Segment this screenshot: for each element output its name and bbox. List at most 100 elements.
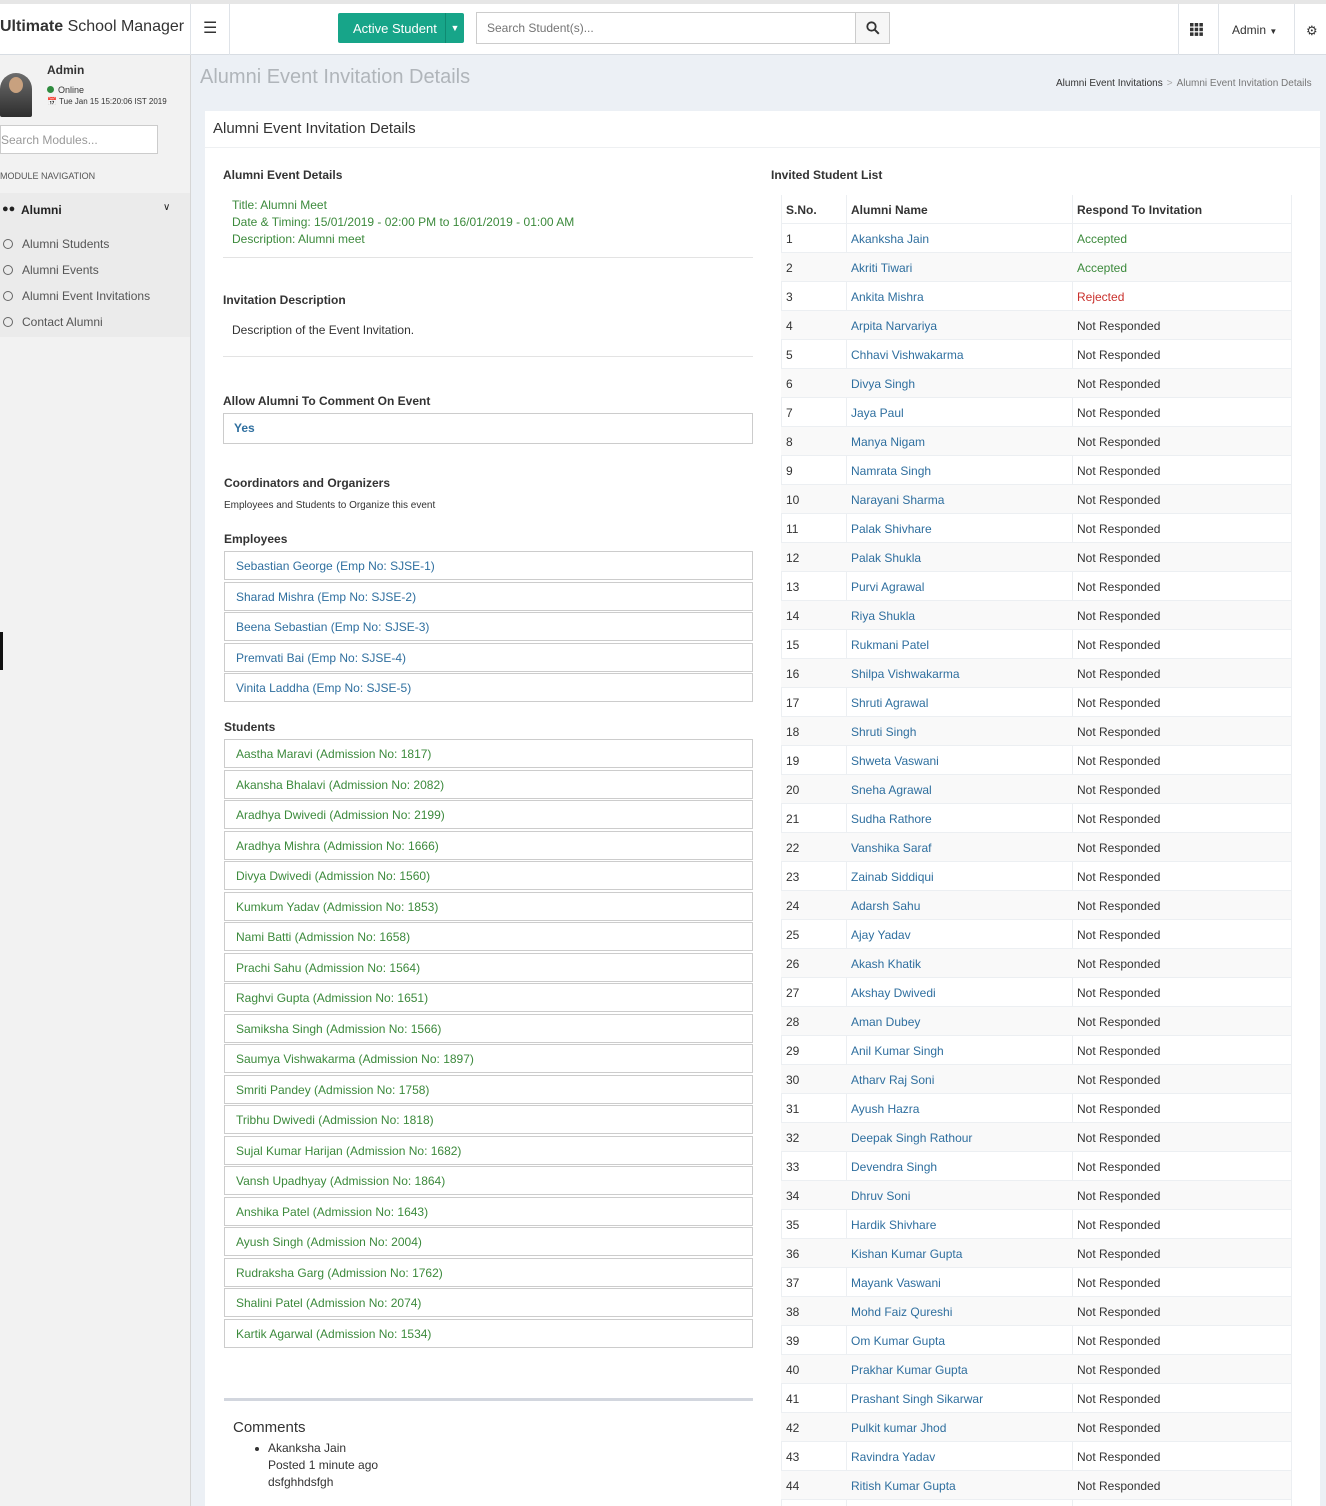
alumni-name-link[interactable]: Rukmani Patel: [851, 638, 929, 652]
student-item[interactable]: Divya Dwivedi (Admission No: 1560): [224, 861, 753, 890]
employee-item[interactable]: Sebastian George (Emp No: SJSE-1): [224, 551, 753, 580]
student-item[interactable]: Samiksha Singh (Admission No: 1566): [224, 1013, 753, 1043]
alumni-name-link[interactable]: Sudha Rathore: [851, 812, 932, 826]
row-serial-number: 18: [786, 725, 800, 739]
student-item[interactable]: Anshika Patel (Admission No: 1643): [224, 1196, 753, 1226]
student-item[interactable]: Shalini Patel (Admission No: 2074): [224, 1288, 753, 1317]
alumni-name-link[interactable]: Atharv Raj Soni: [851, 1073, 934, 1087]
alumni-name-link[interactable]: Manya Nigam: [851, 435, 925, 449]
apps-grid-icon[interactable]: [1190, 23, 1203, 36]
alumni-name-link[interactable]: Ajay Yadav: [851, 928, 911, 942]
alumni-name-link[interactable]: Akash Khatik: [851, 957, 921, 971]
student-item[interactable]: Tribhu Dwivedi (Admission No: 1818): [224, 1105, 753, 1134]
student-search-input[interactable]: [476, 12, 856, 44]
user-menu-dropdown[interactable]: Admin ▼: [1232, 23, 1277, 37]
alumni-name-link[interactable]: Deepak Singh Rathour: [851, 1131, 972, 1145]
module-search-input[interactable]: Search Modules...: [0, 125, 158, 154]
alumni-name-link[interactable]: Sneha Agrawal: [851, 783, 932, 797]
brand-logo[interactable]: Ultimate School Manager: [0, 18, 184, 36]
student-item[interactable]: Saumya Vishwakarma (Admission No: 1897): [224, 1044, 753, 1073]
employee-item[interactable]: Beena Sebastian (Emp No: SJSE-3): [224, 612, 753, 641]
alumni-name-link[interactable]: Akanksha Jain: [851, 232, 929, 246]
employee-item[interactable]: Sharad Mishra (Emp No: SJSE-2): [224, 581, 753, 611]
invitation-response: Not Responded: [1077, 1044, 1161, 1058]
invitation-description: Description of the Event Invitation.: [223, 315, 753, 357]
alumni-name-link[interactable]: Devendra Singh: [851, 1160, 937, 1174]
alumni-name-link[interactable]: Prashant Singh Sikarwar: [851, 1392, 983, 1406]
student-item[interactable]: Kartik Agarwal (Admission No: 1534): [224, 1318, 753, 1348]
student-item[interactable]: Aradhya Mishra (Admission No: 1666): [224, 830, 753, 860]
alumni-name-link[interactable]: Shweta Vaswani: [851, 754, 939, 768]
alumni-name-link[interactable]: Aman Dubey: [851, 1015, 920, 1029]
alumni-name-link[interactable]: Akriti Tiwari: [851, 261, 912, 275]
student-item[interactable]: Vansh Upadhyay (Admission No: 1864): [224, 1166, 753, 1195]
alumni-name-link[interactable]: Palak Shivhare: [851, 522, 932, 536]
student-item[interactable]: Sujal Kumar Harijan (Admission No: 1682): [224, 1135, 753, 1165]
employee-item[interactable]: Vinita Laddha (Emp No: SJSE-5): [224, 673, 753, 702]
alumni-name-link[interactable]: Vanshika Saraf: [851, 841, 932, 855]
row-serial-number: 32: [786, 1131, 800, 1145]
table-row: 42 Pulkit kumar Jhod Not Responded: [781, 1413, 1291, 1442]
student-item[interactable]: Prachi Sahu (Admission No: 1564): [224, 952, 753, 982]
alumni-name-link[interactable]: Hardik Shivhare: [851, 1218, 936, 1232]
sidebar-toggle-icon[interactable]: ☰: [203, 18, 217, 38]
alumni-name-link[interactable]: Kishan Kumar Gupta: [851, 1247, 962, 1261]
alumni-name-link[interactable]: Jaya Paul: [851, 406, 904, 420]
student-item[interactable]: Nami Batti (Admission No: 1658): [224, 922, 753, 951]
student-item[interactable]: Aradhya Dwivedi (Admission No: 2199): [224, 800, 753, 829]
student-item[interactable]: Aastha Maravi (Admission No: 1817): [224, 739, 753, 768]
settings-cogs-icon[interactable]: ⚙: [1306, 23, 1318, 39]
alumni-name-link[interactable]: Shilpa Vishwakarma: [851, 667, 960, 681]
invitation-response: Not Responded: [1077, 377, 1161, 391]
alumni-name-link[interactable]: Namrata Singh: [851, 464, 931, 478]
comment-posted-time: Posted 1 minute ago: [268, 1458, 379, 1472]
employee-item[interactable]: Premvati Bai (Emp No: SJSE-4): [224, 642, 753, 672]
table-row: 8 Manya Nigam Not Responded: [781, 427, 1291, 456]
alumni-name-link[interactable]: Mohd Faiz Qureshi: [851, 1305, 952, 1319]
invitation-response: Not Responded: [1077, 928, 1161, 942]
alumni-name-link[interactable]: Ravindra Yadav: [851, 1450, 935, 1464]
row-serial-number: 19: [786, 754, 800, 768]
alumni-name-link[interactable]: Shruti Singh: [851, 725, 916, 739]
alumni-name-link[interactable]: Divya Singh: [851, 377, 915, 391]
alumni-name-link[interactable]: Purvi Agrawal: [851, 580, 924, 594]
row-serial-number: 21: [786, 812, 800, 826]
table-row: 22 Vanshika Saraf Not Responded: [781, 833, 1291, 862]
student-item[interactable]: Akansha Bhalavi (Admission No: 2082): [224, 769, 753, 799]
invitation-response: Not Responded: [1077, 1102, 1161, 1116]
invitation-response: Not Responded: [1077, 319, 1161, 333]
table-row: 14 Riya Shukla Not Responded: [781, 601, 1291, 630]
employees-heading: Employees: [224, 532, 288, 546]
allow-comment-heading: Allow Alumni To Comment On Event: [223, 394, 431, 408]
alumni-name-link[interactable]: Prakhar Kumar Gupta: [851, 1363, 968, 1377]
alumni-name-link[interactable]: Adarsh Sahu: [851, 899, 920, 913]
alumni-name-link[interactable]: Zainab Siddiqui: [851, 870, 934, 884]
alumni-name-link[interactable]: Ritish Kumar Gupta: [851, 1479, 956, 1493]
alumni-name-link[interactable]: Arpita Narvariya: [851, 319, 937, 333]
student-item[interactable]: Kumkum Yadav (Admission No: 1853): [224, 891, 753, 921]
alumni-name-link[interactable]: Pulkit kumar Jhod: [851, 1421, 946, 1435]
alumni-name-link[interactable]: Om Kumar Gupta: [851, 1334, 945, 1348]
invitation-response: Not Responded: [1077, 870, 1161, 884]
alumni-name-link[interactable]: Ankita Mishra: [851, 290, 924, 304]
alumni-name-link[interactable]: Chhavi Vishwakarma: [851, 348, 964, 362]
alumni-name-link[interactable]: Narayani Sharma: [851, 493, 944, 507]
student-item[interactable]: Rudraksha Garg (Admission No: 1762): [224, 1257, 753, 1287]
alumni-name-link[interactable]: Anil Kumar Singh: [851, 1044, 944, 1058]
student-item[interactable]: Ayush Singh (Admission No: 2004): [224, 1227, 753, 1256]
search-button[interactable]: [855, 12, 890, 44]
row-serial-number: 44: [786, 1479, 800, 1493]
alumni-name-link[interactable]: Dhruv Soni: [851, 1189, 910, 1203]
student-item[interactable]: Raghvi Gupta (Admission No: 1651): [224, 983, 753, 1012]
breadcrumb-link[interactable]: Alumni Event Invitations: [1056, 78, 1163, 89]
alumni-name-link[interactable]: Shruti Agrawal: [851, 696, 928, 710]
student-filter-dropdown[interactable]: Active Student ▼: [338, 13, 464, 43]
alumni-name-link[interactable]: Ayush Hazra: [851, 1102, 919, 1116]
alumni-name-link[interactable]: Riya Shukla: [851, 609, 915, 623]
row-serial-number: 16: [786, 667, 800, 681]
alumni-name-link[interactable]: Palak Shukla: [851, 551, 921, 565]
student-item[interactable]: Smriti Pandey (Admission No: 1758): [224, 1074, 753, 1104]
alumni-name-link[interactable]: Mayank Vaswani: [851, 1276, 941, 1290]
table-row: 15 Rukmani Patel Not Responded: [781, 630, 1291, 659]
alumni-name-link[interactable]: Akshay Dwivedi: [851, 986, 936, 1000]
